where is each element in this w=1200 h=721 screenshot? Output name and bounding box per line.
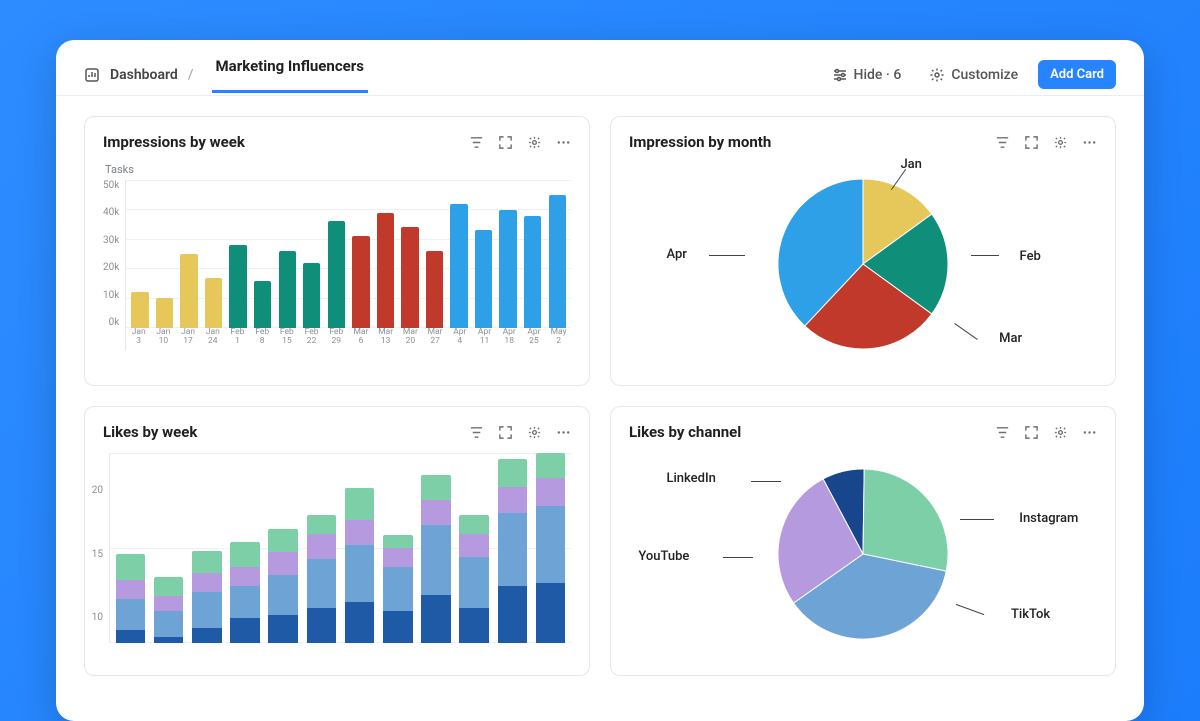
app-window: Dashboard / Marketing Influencers Hide ·…: [56, 40, 1144, 721]
gear-icon[interactable]: [1053, 135, 1068, 150]
card-title: Likes by week: [103, 423, 197, 441]
card-impressions-week: Impressions by week Tasks 50k40k30k20k10…: [84, 116, 590, 386]
pie-label-instagram: Instagram: [1019, 511, 1078, 526]
dashboard-icon: [84, 67, 100, 83]
filter-icon[interactable]: [995, 135, 1010, 150]
gear-icon[interactable]: [1053, 425, 1068, 440]
breadcrumb-sep: /: [188, 67, 194, 83]
filter-icon[interactable]: [469, 135, 484, 150]
card-impressions-month: Impression by month JanFebMarApr: [610, 116, 1116, 386]
expand-icon[interactable]: [498, 135, 513, 150]
card-title: Impression by month: [629, 133, 771, 151]
more-icon[interactable]: [556, 425, 571, 440]
gear-icon[interactable]: [527, 135, 542, 150]
card-likes-week: Likes by week 201510: [84, 406, 590, 676]
chart-ylabel: Tasks: [105, 163, 571, 176]
gear-icon[interactable]: [527, 425, 542, 440]
gear-icon: [929, 67, 945, 83]
card-likes-channel: Likes by channel LinkedIn Instagram TikTok…: [610, 406, 1116, 676]
header-bar: Dashboard / Marketing Influencers Hide ·…: [56, 40, 1144, 96]
hide-button[interactable]: Hide · 6: [822, 61, 912, 89]
filter-icon[interactable]: [995, 425, 1010, 440]
filter-icon[interactable]: [469, 425, 484, 440]
chart-likes-week: 201510: [103, 453, 571, 643]
pie-label-mar: Mar: [999, 331, 1022, 346]
pie-label-feb: Feb: [1020, 249, 1041, 264]
card-title: Likes by channel: [629, 423, 741, 441]
more-icon[interactable]: [556, 135, 571, 150]
chart-impressions-week: 50k40k30k20k10k0k Jan 3Jan 10Jan 17Jan 2…: [103, 180, 571, 350]
card-title: Impressions by week: [103, 133, 245, 151]
pie-label-tiktok: TikTok: [1011, 607, 1050, 622]
more-icon[interactable]: [1082, 425, 1097, 440]
customize-button[interactable]: Customize: [919, 61, 1028, 89]
add-card-button[interactable]: Add Card: [1038, 60, 1116, 89]
breadcrumb-root[interactable]: Dashboard: [110, 67, 178, 83]
cards-grid: Impressions by week Tasks 50k40k30k20k10…: [56, 96, 1144, 696]
pie-label-linkedin: LinkedIn: [666, 471, 715, 486]
pie-label-youtube: YouTube: [638, 549, 689, 564]
expand-icon[interactable]: [1024, 425, 1039, 440]
customize-label: Customize: [951, 67, 1018, 83]
sliders-icon: [832, 67, 848, 83]
breadcrumb-current-tab[interactable]: Marketing Influencers: [212, 57, 368, 93]
hide-label: Hide · 6: [854, 67, 902, 83]
breadcrumb: Dashboard / Marketing Influencers: [84, 57, 368, 93]
chart-impressions-month: JanFebMarApr: [629, 159, 1097, 369]
chart-likes-channel: LinkedIn Instagram TikTok YouTube: [629, 449, 1097, 659]
more-icon[interactable]: [1082, 135, 1097, 150]
expand-icon[interactable]: [1024, 135, 1039, 150]
pie-label-apr: Apr: [666, 247, 686, 262]
expand-icon[interactable]: [498, 425, 513, 440]
